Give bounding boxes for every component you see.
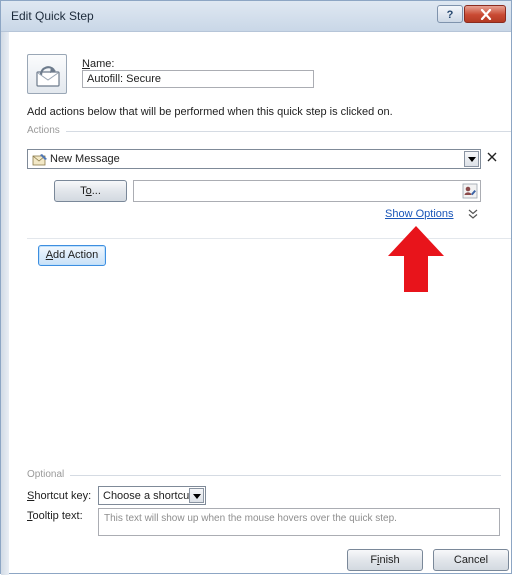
- name-label: Name:: [82, 58, 115, 70]
- name-input[interactable]: [82, 70, 314, 88]
- shortcut-dropdown-button[interactable]: [189, 488, 204, 503]
- to-input[interactable]: [133, 180, 481, 202]
- chevron-down-icon: [193, 494, 201, 499]
- chevron-down-icon: [468, 157, 476, 162]
- cancel-button[interactable]: Cancel: [433, 549, 509, 571]
- window-close-button[interactable]: [464, 5, 506, 23]
- window-left-edge: [1, 1, 9, 575]
- help-button[interactable]: ?: [437, 5, 463, 23]
- edit-quick-step-dialog: Edit Quick Step ? Name: Add actions belo…: [0, 0, 512, 575]
- show-options-link[interactable]: Show Options: [385, 208, 454, 220]
- actions-group-label: Actions: [27, 125, 66, 136]
- to-button[interactable]: To...: [54, 180, 127, 202]
- title-bar[interactable]: Edit Quick Step ?: [1, 1, 511, 32]
- add-action-button[interactable]: Add Action: [38, 245, 106, 266]
- optional-group-label: Optional: [27, 469, 71, 480]
- action-select-value: New Message: [50, 153, 120, 165]
- action-dropdown-button[interactable]: [464, 151, 479, 167]
- window-title: Edit Quick Step: [11, 9, 94, 23]
- instructions-text: Add actions below that will be performed…: [27, 106, 393, 118]
- action-select[interactable]: New Message: [27, 149, 481, 169]
- finish-button[interactable]: Finish: [347, 549, 423, 571]
- actions-group-line: [27, 131, 511, 132]
- double-chevron-down-icon[interactable]: [468, 208, 478, 220]
- tooltip-text-label: Tooltip text:: [27, 510, 83, 522]
- remove-action-close-icon[interactable]: [485, 150, 499, 164]
- quickstep-icon-button[interactable]: [27, 54, 67, 94]
- dialog-body: Name: Add actions below that will be per…: [9, 32, 511, 573]
- shortcut-select-value: Choose a shortcut: [103, 490, 193, 502]
- shortcut-key-label: Shortcut key:: [27, 490, 92, 502]
- tooltip-text-input[interactable]: This text will show up when the mouse ho…: [98, 508, 500, 536]
- red-arrow-up-icon: [388, 226, 444, 292]
- quickstep-arrow-icon: [36, 66, 60, 87]
- close-icon: [480, 9, 492, 20]
- new-message-icon: [32, 154, 47, 166]
- optional-group-line: [27, 475, 501, 476]
- shortcut-key-select[interactable]: Choose a shortcut: [98, 486, 206, 505]
- address-book-icon[interactable]: [462, 183, 478, 199]
